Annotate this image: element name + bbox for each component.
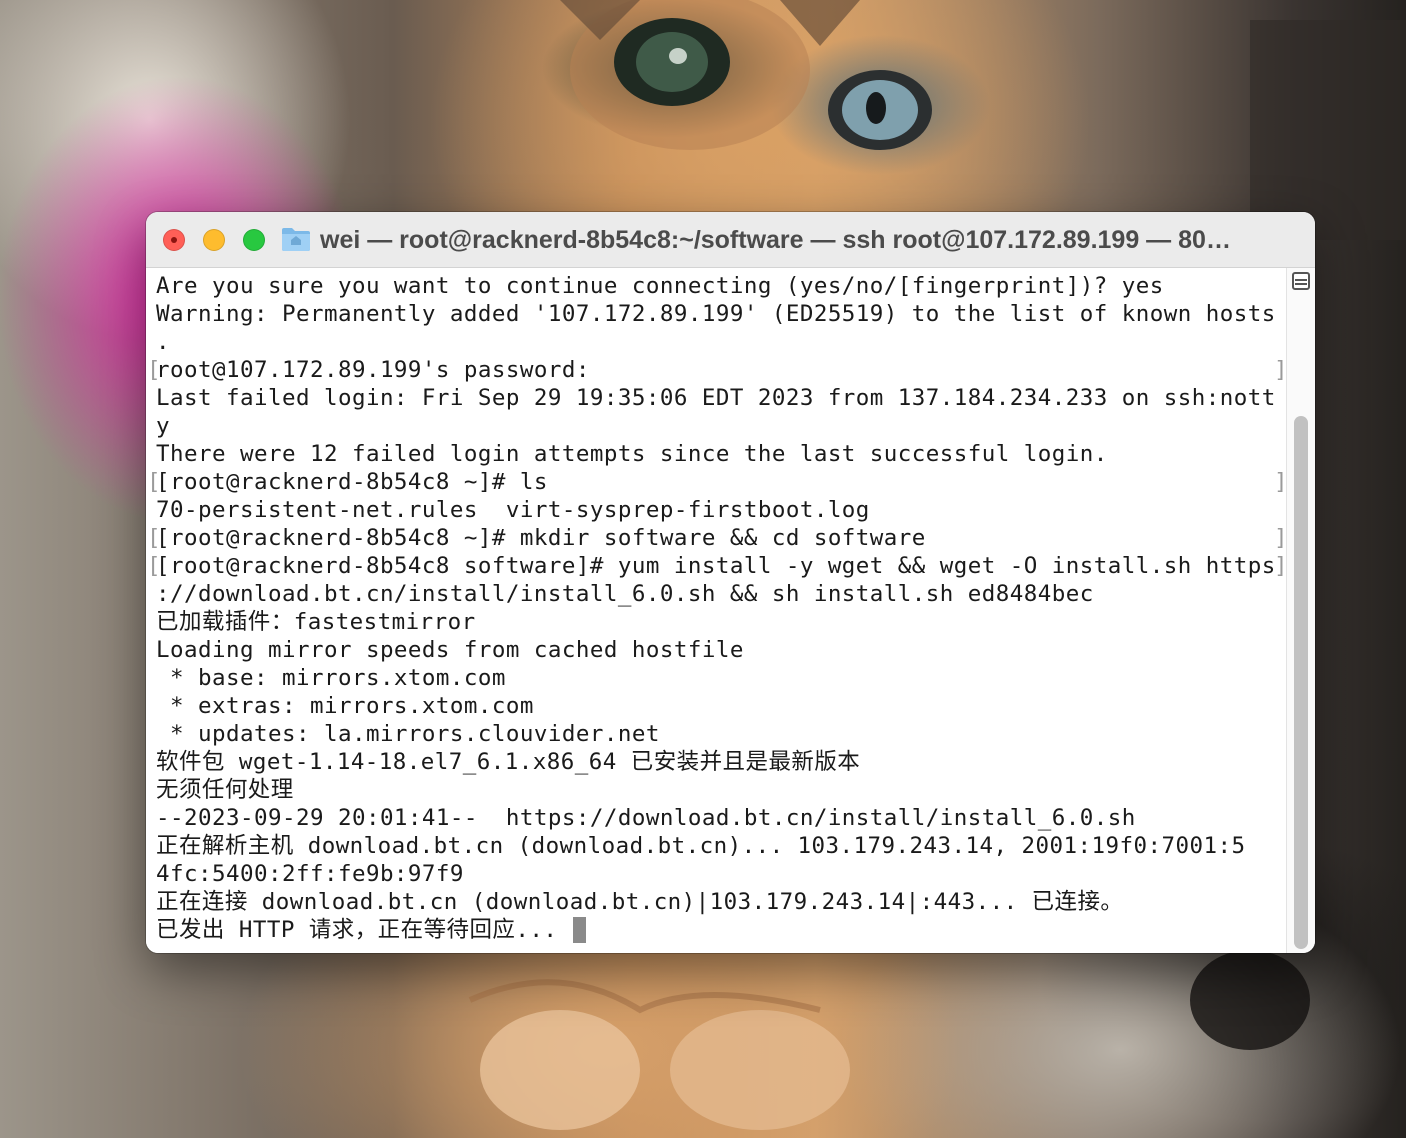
terminal-line: [root@racknerd-8b54c8 software]# yum ins… — [147, 552, 1286, 580]
window-title: wei — root@racknerd-8b54c8:~/software — … — [320, 226, 1231, 254]
terminal-line: 70-persistent-net.rules virt-sysprep-fir… — [156, 497, 870, 523]
terminal-line: --2023-09-29 20:01:41-- https://download… — [156, 805, 1136, 831]
terminal-line: Loading mirror speeds from cached hostfi… — [156, 637, 744, 663]
terminal-line: [root@racknerd-8b54c8 ~]# mkdir software… — [147, 524, 1286, 552]
title-bar[interactable]: wei — root@racknerd-8b54c8:~/software — … — [146, 212, 1315, 268]
terminal-line: * extras: mirrors.xtom.com — [156, 693, 534, 719]
terminal-last-line: 已发出 HTTP 请求，正在等待回应... — [156, 916, 1286, 944]
split-pane-icon[interactable] — [1292, 272, 1310, 290]
terminal-line: . — [156, 329, 170, 355]
scrollbar-track[interactable] — [1294, 416, 1308, 949]
terminal-line: Last failed login: Fri Sep 29 19:35:06 E… — [156, 385, 1276, 411]
text-cursor — [573, 917, 587, 943]
terminal-line: root@107.172.89.199's password: — [147, 356, 1286, 384]
terminal-line: * base: mirrors.xtom.com — [156, 665, 506, 691]
terminal-line: There were 12 failed login attempts sinc… — [156, 441, 1108, 467]
terminal-output[interactable]: Are you sure you want to continue connec… — [146, 268, 1286, 953]
terminal-line: 正在解析主机 download.bt.cn (download.bt.cn)..… — [156, 833, 1246, 859]
terminal-line: 已加载插件：fastestmirror — [156, 609, 476, 635]
terminal-line: Are you sure you want to continue connec… — [156, 273, 1164, 299]
terminal-line: 无须任何处理 — [156, 777, 294, 803]
terminal-line: ://download.bt.cn/install/install_6.0.sh… — [156, 581, 1094, 607]
terminal-line: 软件包 wget-1.14-18.el7_6.1.x86_64 已安装并且是最新… — [156, 749, 861, 775]
terminal-window: wei — root@racknerd-8b54c8:~/software — … — [146, 212, 1315, 953]
terminal-line: * updates: la.mirrors.clouvider.net — [156, 721, 660, 747]
terminal-line-text: 已发出 HTTP 请求，正在等待回应... — [156, 917, 572, 943]
home-folder-icon — [282, 228, 310, 251]
minimize-button[interactable] — [203, 229, 225, 251]
zoom-button[interactable] — [243, 229, 265, 251]
terminal-line: 正在连接 download.bt.cn (download.bt.cn)|103… — [156, 889, 1124, 915]
terminal-line: y — [156, 413, 170, 439]
terminal-line: 4fc:5400:2ff:fe9b:97f9 — [156, 861, 464, 887]
scrollbar-thumb[interactable] — [1294, 416, 1308, 949]
terminal-line: Warning: Permanently added '107.172.89.1… — [156, 301, 1276, 327]
scrollbar-area — [1286, 268, 1315, 953]
terminal-line: [root@racknerd-8b54c8 ~]# ls — [147, 468, 1286, 496]
close-button[interactable] — [163, 229, 185, 251]
